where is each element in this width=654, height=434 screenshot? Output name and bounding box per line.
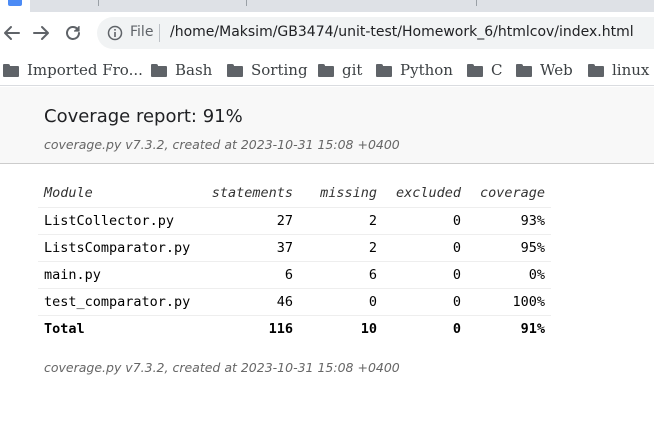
report-header: Coverage report: 91% coverage.py v7.3.2,… <box>0 87 654 164</box>
column-header-excluded[interactable]: excluded <box>383 180 467 208</box>
bookmark-linux[interactable]: linux <box>588 60 649 80</box>
bookmark-label: Sorting <box>251 61 308 79</box>
column-header-module[interactable]: Module <box>38 180 202 208</box>
bookmark-label: linux <box>612 61 650 79</box>
column-header-coverage[interactable]: coverage <box>467 180 551 208</box>
url-text[interactable]: /home/Maksim/GB3474/unit-test/Homework_6… <box>170 24 634 40</box>
bookmark-web[interactable]: Web <box>516 60 573 80</box>
missing-cell: 2 <box>299 207 383 235</box>
folder-icon <box>588 63 604 77</box>
module-link[interactable]: ListsComparator.py <box>38 234 202 262</box>
module-link[interactable]: ListCollector.py <box>38 207 202 235</box>
bookmark-label: C <box>491 61 503 79</box>
coverage-cell: 100% <box>467 288 551 316</box>
reload-button[interactable] <box>61 21 85 45</box>
total-missing: 10 <box>299 314 383 342</box>
bookmark-bash[interactable]: Bash <box>151 60 212 80</box>
browser-toolbar: File /home/Maksim/GB3474/unit-test/Homew… <box>0 12 654 54</box>
tab-favicon-icon <box>8 0 22 6</box>
reload-icon <box>66 26 80 40</box>
excluded-cell: 0 <box>383 234 467 262</box>
excluded-cell: 0 <box>383 261 467 289</box>
forward-button[interactable] <box>29 21 53 45</box>
bookmark-label: Bash <box>175 61 213 79</box>
table-header-row: Module statements missing excluded cover… <box>38 180 551 208</box>
bookmark-sorting[interactable]: Sorting <box>227 60 308 80</box>
footer-meta: coverage.py v7.3.2, created at 2023-10-3… <box>44 360 400 375</box>
active-tab[interactable] <box>0 0 30 12</box>
bookmark-label: Imported Fro... <box>27 61 143 79</box>
coverage-cell: 0% <box>467 261 551 289</box>
total-coverage: 91% <box>467 314 551 342</box>
folder-icon <box>467 63 483 77</box>
statements-cell: 27 <box>202 207 299 235</box>
module-link[interactable]: main.py <box>38 261 202 289</box>
bookmark-c[interactable]: C <box>467 60 502 80</box>
statements-cell: 6 <box>202 261 299 289</box>
total-label: Total <box>38 314 202 342</box>
tab-strip <box>0 0 654 12</box>
total-statements: 116 <box>202 314 299 342</box>
bookmark-label: Web <box>540 61 573 79</box>
total-excluded: 0 <box>383 314 467 342</box>
total-row: Total 116 10 0 91% <box>38 314 551 342</box>
tab-separator <box>476 0 477 6</box>
url-scheme-label: File <box>130 24 154 40</box>
table-row: ListsComparator.py 37 2 0 95% <box>38 234 551 262</box>
back-arrow-icon <box>4 26 20 40</box>
bookmark-imported[interactable]: Imported Fro... <box>3 60 143 80</box>
column-header-missing[interactable]: missing <box>299 180 383 208</box>
bookmark-label: git <box>342 61 363 79</box>
missing-cell: 2 <box>299 234 383 262</box>
coverage-table: Module statements missing excluded cover… <box>38 180 551 342</box>
statements-cell: 46 <box>202 288 299 316</box>
forward-arrow-icon <box>33 26 49 40</box>
statements-cell: 37 <box>202 234 299 262</box>
coverage-cell: 95% <box>467 234 551 262</box>
folder-icon <box>151 63 167 77</box>
module-link[interactable]: test_comparator.py <box>38 288 202 316</box>
info-icon[interactable] <box>107 25 123 41</box>
bookmark-git[interactable]: git <box>318 60 362 80</box>
bookmark-label: Python <box>400 61 453 79</box>
report-meta: coverage.py v7.3.2, created at 2023-10-3… <box>44 137 400 152</box>
table-row: ListCollector.py 27 2 0 93% <box>38 207 551 235</box>
folder-icon <box>376 63 392 77</box>
address-divider <box>159 24 160 42</box>
back-button[interactable] <box>0 21 24 45</box>
folder-icon <box>3 63 19 77</box>
page-title: Coverage report: 91% <box>44 106 243 127</box>
missing-cell: 6 <box>299 261 383 289</box>
address-bar[interactable]: File /home/Maksim/GB3474/unit-test/Homew… <box>97 17 654 49</box>
excluded-cell: 0 <box>383 207 467 235</box>
tab-separator <box>246 0 247 6</box>
column-header-statements[interactable]: statements <box>202 180 299 208</box>
folder-icon <box>516 63 532 77</box>
missing-cell: 0 <box>299 288 383 316</box>
excluded-cell: 0 <box>383 288 467 316</box>
table-row: test_comparator.py 46 0 0 100% <box>38 288 551 316</box>
folder-icon <box>227 63 243 77</box>
coverage-cell: 93% <box>467 207 551 235</box>
folder-icon <box>318 63 334 77</box>
bookmarks-bar: Imported Fro... Bash Sorting git Python … <box>0 54 654 86</box>
table-row: main.py 6 6 0 0% <box>38 261 551 289</box>
tab-separator <box>98 0 99 6</box>
bookmark-python[interactable]: Python <box>376 60 453 80</box>
